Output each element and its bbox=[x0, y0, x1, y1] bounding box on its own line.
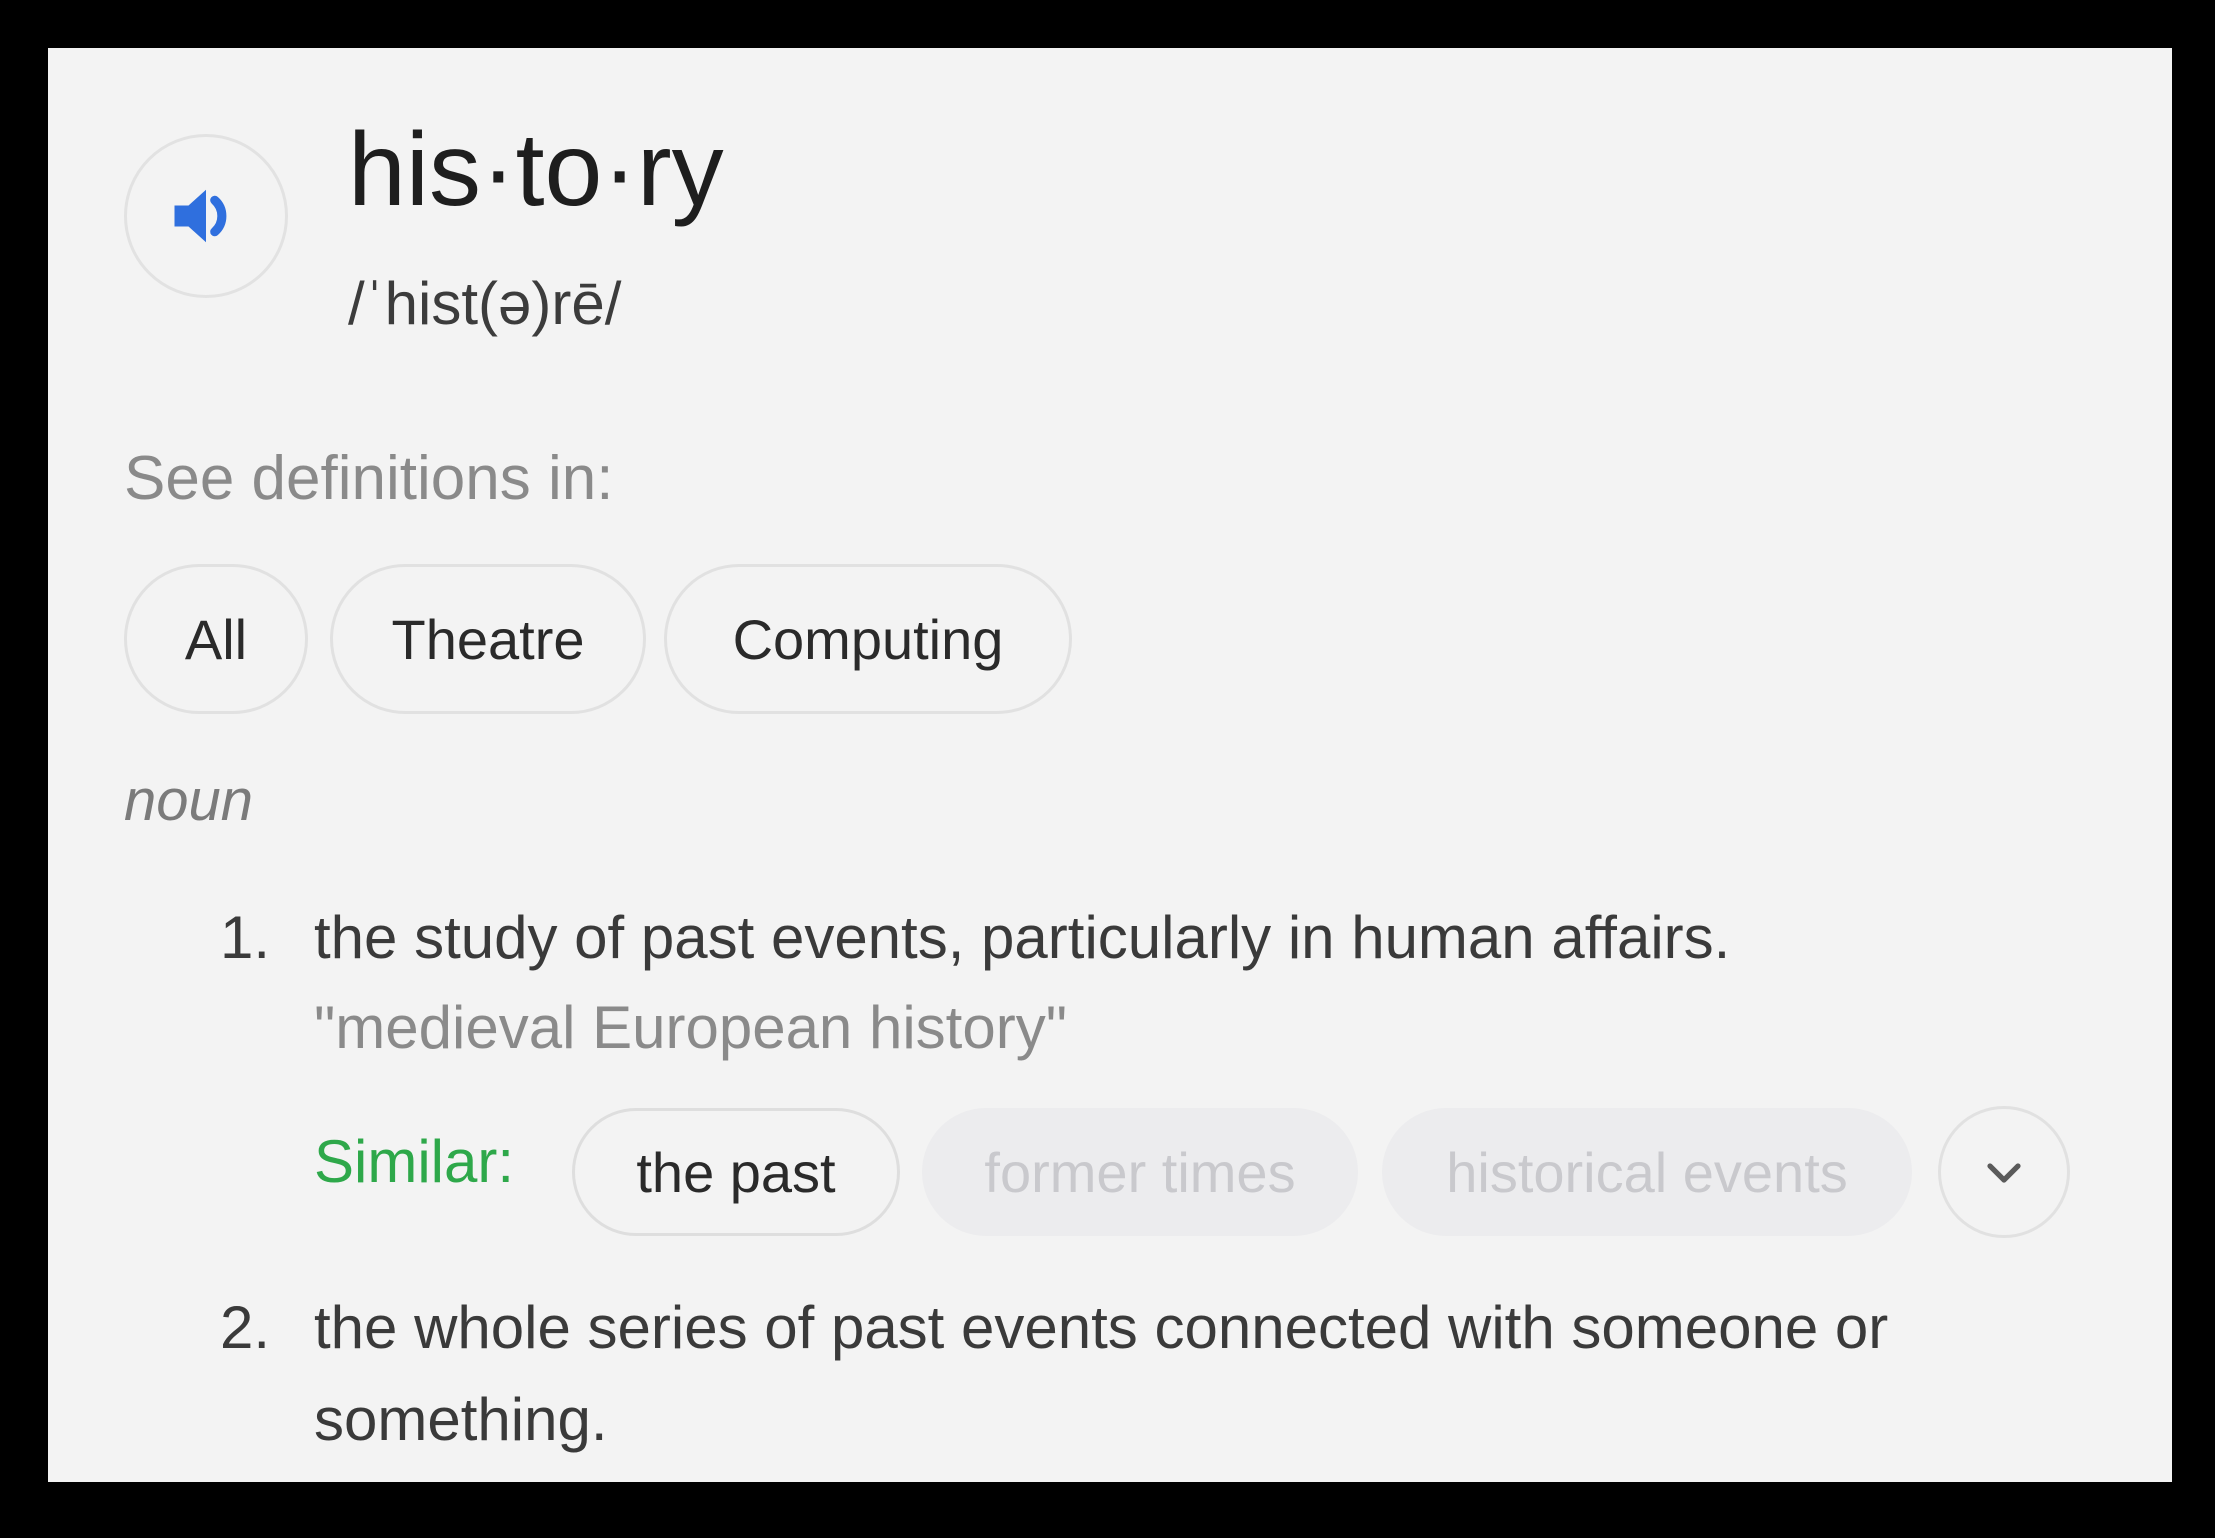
part-of-speech: noun bbox=[124, 768, 254, 833]
chip-all[interactable]: All bbox=[124, 564, 308, 714]
dictionary-card: his·to·ry /ˈhist(ə)rē/ See definitions i… bbox=[48, 48, 2172, 1482]
similar-label: Similar: bbox=[314, 1128, 515, 1195]
headword: his·to·ry bbox=[348, 112, 724, 228]
chip-theatre[interactable]: Theatre bbox=[330, 564, 646, 714]
pronunciation-audio-button[interactable] bbox=[124, 134, 288, 298]
screenshot-frame: his·to·ry /ˈhist(ə)rē/ See definitions i… bbox=[0, 0, 2215, 1538]
chip-computing[interactable]: Computing bbox=[664, 564, 1072, 714]
definition-text: the whole series of past events connecte… bbox=[314, 1294, 1889, 1453]
definition-text: the study of past events, particularly i… bbox=[314, 904, 1731, 971]
definition-number: 1. bbox=[220, 904, 271, 971]
similar-chip-former-times[interactable]: former times bbox=[922, 1108, 1358, 1236]
pronunciation: /ˈhist(ə)rē/ bbox=[348, 270, 622, 337]
definition-example: "medieval European history" bbox=[314, 994, 1067, 1061]
definition-number: 2. bbox=[220, 1294, 271, 1361]
speaker-icon bbox=[174, 189, 227, 243]
see-definitions-label: See definitions in: bbox=[124, 444, 614, 513]
similar-chip-historical-events[interactable]: historical events bbox=[1382, 1108, 1912, 1236]
expand-similar-button[interactable] bbox=[1938, 1106, 2070, 1238]
chevron-down-icon bbox=[1987, 1163, 2021, 1183]
similar-chip-the-past[interactable]: the past bbox=[572, 1108, 900, 1236]
